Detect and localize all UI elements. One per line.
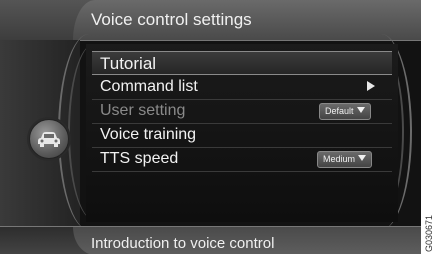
- dropdown-arrow-icon: [356, 107, 365, 113]
- tts-speed-dropdown[interactable]: Medium: [317, 151, 373, 168]
- page-title: Voice control settings: [91, 10, 252, 29]
- car-menu-button[interactable]: [29, 119, 69, 159]
- help-text: Introduction to voice control: [91, 235, 275, 252]
- dropdown-value: Medium: [323, 154, 356, 164]
- image-code: G030671: [424, 214, 434, 252]
- menu-item-user-setting: User setting Default: [92, 100, 392, 122]
- dropdown-value: Default: [325, 106, 354, 116]
- menu-item-label: Tutorial: [100, 54, 157, 73]
- menu-item-label: Command list: [100, 78, 198, 95]
- menu-item-label: TTS speed: [100, 150, 179, 167]
- user-setting-dropdown: Default: [319, 103, 371, 120]
- play-arrow-icon: [367, 81, 375, 91]
- menu-item-command-list[interactable]: Command list: [92, 76, 392, 98]
- menu-item-tts-speed[interactable]: TTS speed Medium: [92, 148, 392, 170]
- menu-item-label: Voice training: [100, 126, 197, 143]
- dropdown-arrow-icon: [358, 155, 367, 161]
- menu-item-tutorial[interactable]: Tutorial: [92, 51, 392, 75]
- menu-item-voice-training[interactable]: Voice training: [92, 124, 392, 146]
- car-icon: [38, 132, 60, 147]
- menu-item-label: User setting: [100, 102, 186, 119]
- menu-divider: [92, 171, 392, 172]
- infotainment-screen: Voice control settings Tutorial Command …: [0, 0, 421, 254]
